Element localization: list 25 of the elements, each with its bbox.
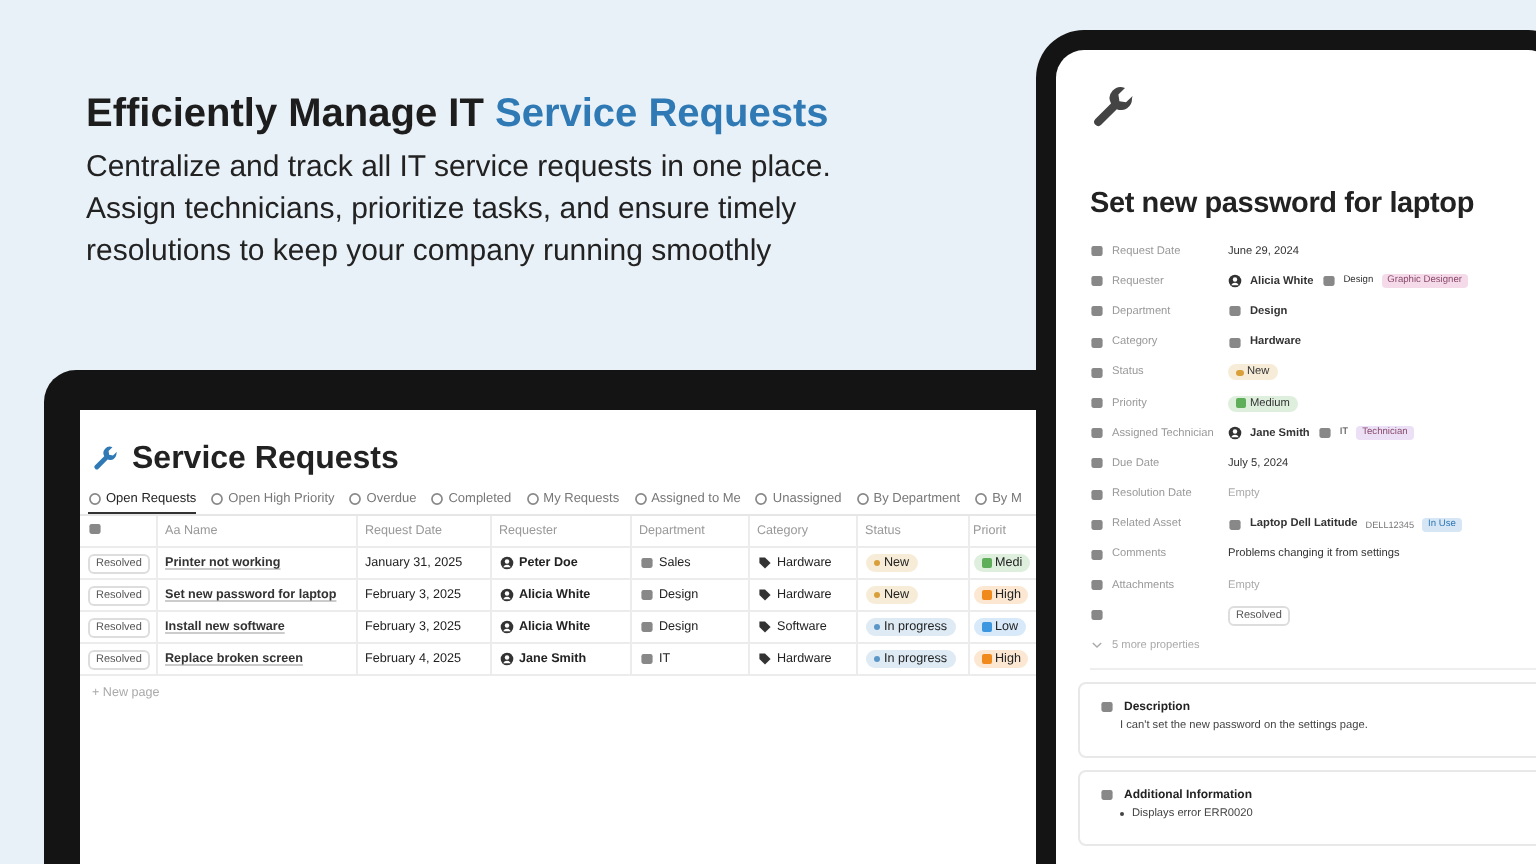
tab-icon bbox=[633, 492, 648, 506]
tag-icon bbox=[757, 620, 771, 634]
tab-icon bbox=[348, 492, 363, 506]
tab-icon bbox=[855, 492, 870, 506]
tab-icon bbox=[525, 492, 540, 506]
page-title: Set new password for laptop bbox=[1090, 188, 1476, 220]
tag-icon bbox=[757, 556, 771, 570]
tab-icon bbox=[974, 492, 989, 506]
headline: Efficiently Manage IT Service Requests bbox=[86, 92, 829, 138]
tab-icon bbox=[430, 492, 445, 506]
person-icon bbox=[499, 620, 513, 634]
tab-icon bbox=[210, 492, 225, 506]
tab-icon bbox=[88, 492, 102, 506]
person-icon bbox=[499, 652, 513, 666]
person-icon bbox=[499, 556, 513, 570]
wrench-icon bbox=[92, 446, 120, 474]
tag-icon bbox=[757, 652, 771, 666]
person-icon bbox=[1228, 274, 1242, 289]
tab-icon bbox=[754, 492, 769, 506]
person-icon bbox=[1228, 426, 1242, 441]
person-icon bbox=[499, 588, 513, 602]
subtitle: Centralize and track all IT service requests in one place. Assign technicians, prioritize tasks, and ensure timely resolutions to keep your company running smoothly bbox=[86, 148, 831, 272]
chevron-icon bbox=[1090, 638, 1104, 653]
tag-icon bbox=[757, 588, 771, 602]
database-title: Service Requests bbox=[132, 442, 399, 478]
